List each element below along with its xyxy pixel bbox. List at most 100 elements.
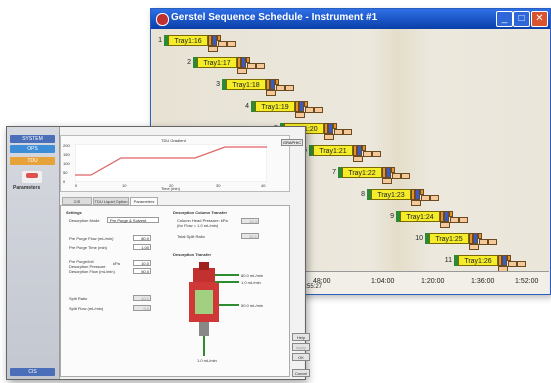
diagram-title: Desorption Transfer (173, 252, 212, 257)
desorption-mode-label: Desorption Mode (69, 218, 100, 223)
row-number: 10 (415, 235, 423, 242)
schedule-segment (411, 200, 421, 206)
tdu-gradient-chart: TDU Gradient 200 150 100 50 0 0 10 20 30… (60, 135, 290, 192)
system-button[interactable]: SYSTEM (10, 135, 55, 143)
desorption-flow-field[interactable]: 50.0 (133, 268, 151, 274)
y-tick: 200 (63, 143, 70, 148)
tray-bar[interactable]: Tray1:21 (313, 145, 353, 156)
tray-bar[interactable]: Tray1:25 (429, 233, 469, 244)
schedule-segment (276, 85, 285, 91)
schedule-segment (305, 107, 314, 113)
schedule-segment (208, 46, 218, 52)
schedule-segment (430, 195, 439, 201)
desorption-flow-label: Desorption Flow (mL/min) (69, 269, 115, 274)
schedule-segment (295, 112, 305, 118)
split-flow-field[interactable]: 0.0 (133, 305, 151, 311)
tab-content: Settings Desorption Mode Pre Purge & Sol… (60, 205, 290, 377)
x-tick: 30 (216, 183, 221, 188)
tray-bar[interactable]: Tray1:17 (197, 57, 237, 68)
schedule-segment (469, 244, 479, 250)
schedule-segment (372, 151, 381, 157)
flow-label: 80.0 mL/min (241, 273, 264, 278)
apply-button[interactable]: Apply (292, 343, 310, 351)
tray-bar[interactable]: Tray1:22 (342, 167, 382, 178)
split-ratio-field[interactable]: 10.1 (133, 295, 151, 301)
y-tick: 50 (63, 170, 68, 175)
pre-purge-time-label: Pre Purge Time (min) (69, 245, 108, 250)
tray-bar[interactable]: Tray1:18 (226, 79, 266, 90)
parameters-icon[interactable] (22, 171, 42, 183)
x-tick: 0 (75, 183, 78, 188)
time-tick: 1:20:00 (421, 278, 445, 285)
pre-purge-time-field[interactable]: 1.00 (133, 244, 151, 250)
tray-bar[interactable]: Tray1:24 (400, 211, 440, 222)
schedule-segment (247, 63, 256, 69)
total-split-ratio-label: Total Split Ratio (177, 234, 205, 239)
chart-title: TDU Gradient (161, 138, 186, 143)
row-number: 8 (361, 191, 365, 198)
schedule-segment (324, 134, 334, 140)
y-tick: 150 (63, 152, 70, 157)
total-split-ratio-field[interactable]: 20.1 (241, 233, 259, 239)
window-title: Gerstel Sequence Schedule - Instrument #… (171, 12, 378, 23)
schedule-segment (440, 222, 450, 228)
pressure-unit: kPa (113, 261, 120, 266)
parameters-label: Parameters (13, 185, 41, 191)
column-head-pressure-field[interactable]: 19.3 (241, 218, 259, 224)
tray-bar[interactable]: Tray1:26 (458, 255, 498, 266)
cis-button[interactable]: CIS (10, 368, 55, 376)
close-icon[interactable]: ✕ (531, 11, 548, 27)
pre-purge-flow-field[interactable]: 80.0 (133, 235, 151, 241)
ops-button[interactable]: OPS (10, 145, 55, 153)
desorption-mode-select[interactable]: Pre Purge & Solvent (107, 217, 159, 223)
schedule-segment (508, 261, 517, 267)
parameters-window: SYSTEM OPS TDU Parameters CIS TDU Gradie… (6, 126, 310, 380)
split-flow-label: Split Flow (mL/min) (69, 306, 104, 311)
row-number: 11 (444, 257, 452, 264)
schedule-segment (488, 239, 497, 245)
tab-parameters[interactable]: Parameters (130, 197, 158, 205)
row-number: 2 (187, 59, 191, 66)
x-axis-label: Time (min) (161, 186, 180, 191)
tray-bar[interactable]: Tray1:16 (168, 35, 208, 46)
time-tick: 1:36:00 (471, 278, 495, 285)
maximize-icon[interactable]: □ (513, 11, 530, 27)
sidebar: SYSTEM OPS TDU Parameters CIS (7, 127, 60, 379)
app-icon (156, 13, 169, 26)
schedule-segment (459, 217, 468, 223)
help-button[interactable]: Help (292, 333, 310, 341)
schedule-segment (218, 41, 227, 47)
cancel-button[interactable]: Cancel (292, 369, 310, 377)
tab-tdu-liquid-option[interactable]: TDU Liquid Option (93, 197, 129, 205)
schedule-segment (256, 63, 265, 69)
schedule-segment (421, 195, 430, 201)
row-number: 3 (216, 81, 220, 88)
schedule-segment (285, 85, 294, 91)
schedule-segment (314, 107, 323, 113)
graphic-button[interactable]: GRAPHIC (281, 139, 303, 146)
title-bar[interactable]: Gerstel Sequence Schedule - Instrument #… (151, 9, 550, 29)
time-tick: 1:04:00 (371, 278, 395, 285)
tab-cis-parameters[interactable]: CIS Parameters (62, 197, 92, 212)
desorption-pressure-field[interactable]: 10.0 (133, 260, 151, 266)
tray-bar[interactable]: Tray1:23 (371, 189, 411, 200)
schedule-segment (401, 173, 410, 179)
parameters-icon-shape (26, 173, 38, 178)
schedule-segment (517, 261, 526, 267)
gradient-plot (75, 144, 267, 182)
schedule-segment (450, 217, 459, 223)
minimize-icon[interactable]: _ (496, 11, 513, 27)
flow-label: 1.0 mL/min (241, 280, 261, 285)
schedule-segment (343, 129, 352, 135)
tray-bar[interactable]: Tray1:19 (255, 101, 295, 112)
schedule-segment (353, 156, 363, 162)
x-tick: 10 (122, 183, 127, 188)
row-number: 9 (390, 213, 394, 220)
y-tick: 0 (63, 179, 66, 184)
schedule-segment (392, 173, 401, 179)
schedule-segment (227, 41, 236, 47)
tdu-button[interactable]: TDU (10, 157, 55, 165)
ok-button[interactable]: OK (292, 353, 310, 361)
desorption-pressure-label: Pre Purge/Intl Desorption Pressure (69, 259, 106, 269)
column-head-pressure-label: Column Head Pressure: kPa (for Flow = 1.… (177, 218, 228, 228)
